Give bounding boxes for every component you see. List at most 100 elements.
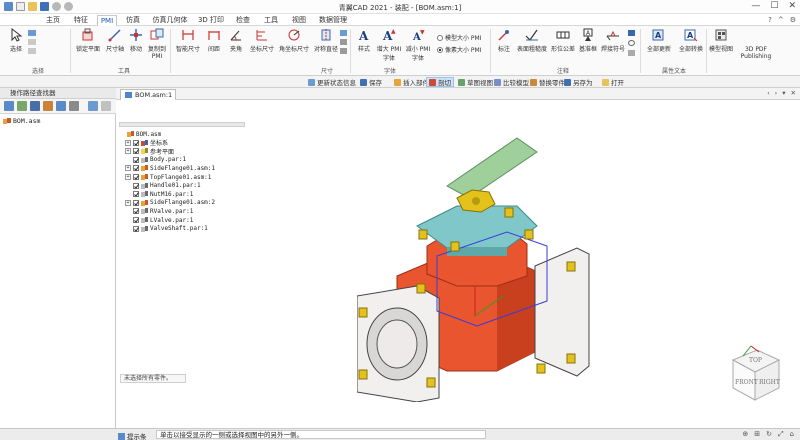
dim-break-icon[interactable] bbox=[340, 48, 347, 54]
prev-doc-icon[interactable]: ‹ bbox=[767, 89, 770, 97]
view-cube-right[interactable]: RIGHT bbox=[759, 379, 780, 386]
maximize-icon[interactable]: ☐ bbox=[770, 1, 778, 11]
path-finder-root-item[interactable]: BOM.asm bbox=[3, 117, 40, 125]
copy-to-pmi-button[interactable]: 复制到 PMI bbox=[146, 28, 168, 60]
tab-simulation[interactable]: 仿真 bbox=[122, 15, 144, 26]
select-lasso-icon[interactable] bbox=[28, 48, 36, 54]
close-icon[interactable]: ✕ bbox=[788, 1, 796, 11]
variables-tool-icon[interactable] bbox=[69, 101, 79, 111]
update-status-button[interactable]: 更新状态信息 bbox=[306, 77, 358, 87]
minimize-icon[interactable]: — bbox=[751, 1, 760, 11]
tree-item[interactable]: Body.par:1 bbox=[125, 156, 186, 164]
side-flange-right[interactable] bbox=[534, 247, 590, 377]
select-filter-icon[interactable] bbox=[28, 30, 36, 36]
tree-item-checkbox[interactable] bbox=[133, 139, 139, 146]
weld-symbol-button[interactable]: 焊接符号 bbox=[600, 28, 626, 53]
collapse-ribbon-icon[interactable]: ^ bbox=[778, 16, 784, 24]
tree-item[interactable]: Handle01.par:1 bbox=[125, 182, 201, 190]
tab-view[interactable]: 视图 bbox=[288, 15, 310, 26]
tree-item-checkbox[interactable] bbox=[133, 217, 139, 223]
lock-plane-button[interactable]: 锁定平面 bbox=[74, 28, 102, 53]
annotation-search-icon[interactable] bbox=[628, 40, 635, 46]
sketch-view-button[interactable]: 草图视图 bbox=[456, 77, 495, 87]
view-cube-front[interactable]: FRONT bbox=[735, 379, 758, 386]
decrease-pmi-font-button[interactable]: A ▼ 减小 PMI 字体 bbox=[404, 28, 432, 62]
angular-coordinate-button[interactable]: 角坐标尺寸 bbox=[278, 28, 310, 53]
tab-data-management[interactable]: 数据管理 bbox=[316, 15, 350, 26]
tab-inspect[interactable]: 检查 bbox=[232, 15, 254, 26]
fit-view-icon[interactable]: ⊞ bbox=[754, 430, 760, 439]
angle-button[interactable]: 夹角 bbox=[226, 28, 246, 53]
pin-tool-icon[interactable] bbox=[101, 101, 111, 111]
section-cut-button[interactable]: 剖切 bbox=[426, 77, 454, 87]
annotation-arrow-icon[interactable] bbox=[628, 30, 635, 36]
assembly-tool-icon[interactable] bbox=[17, 101, 27, 111]
path-finder-tool-icon[interactable] bbox=[4, 101, 14, 111]
close-doc-icon[interactable]: ✕ bbox=[791, 89, 796, 97]
options-tool-icon[interactable] bbox=[88, 101, 98, 111]
layer-tool-icon[interactable] bbox=[30, 101, 40, 111]
tree-item[interactable]: NutM16.par:1 bbox=[125, 190, 193, 198]
tree-item-checkbox[interactable] bbox=[133, 199, 139, 206]
document-tab-bom[interactable]: BOM.asm:1 bbox=[120, 89, 176, 100]
tree-item-checkbox[interactable] bbox=[133, 174, 139, 180]
next-doc-icon[interactable]: › bbox=[775, 89, 778, 97]
settings-icon[interactable]: ⚙ bbox=[790, 16, 796, 24]
tab-tools[interactable]: 工具 bbox=[260, 15, 282, 26]
doc-list-icon[interactable]: ▾ bbox=[782, 89, 785, 97]
tab-pmi[interactable]: PMI bbox=[97, 15, 117, 26]
tree-item[interactable]: + SideFlange01.asm:2 bbox=[125, 199, 215, 207]
tree-expander[interactable]: + bbox=[125, 174, 131, 180]
compare-model-button[interactable]: 比较模型 bbox=[492, 77, 531, 87]
radio-model-size[interactable] bbox=[437, 34, 443, 41]
help-icon[interactable]: ? bbox=[768, 16, 772, 24]
smart-dimension-button[interactable]: 智能尺寸 bbox=[174, 28, 202, 53]
dim-style-icon[interactable] bbox=[340, 30, 347, 36]
tab-home[interactable]: 主页 bbox=[42, 15, 64, 26]
graphics-viewport[interactable]: BOM.asm + 坐标系 + 参考平面 Body.par:1 + SideFlange01.… bbox=[117, 100, 800, 428]
tree-item-checkbox[interactable] bbox=[133, 165, 139, 172]
zoom-area-icon[interactable]: ⊕ bbox=[742, 430, 748, 439]
tree-item[interactable]: RValve.par:1 bbox=[125, 207, 193, 215]
dim-align-icon[interactable] bbox=[340, 39, 347, 45]
tree-item[interactable]: + SideFlange01.asm:1 bbox=[125, 164, 215, 172]
tree-expander[interactable]: + bbox=[125, 148, 131, 155]
sensor-tool-icon[interactable] bbox=[43, 101, 53, 111]
select-button[interactable]: 选择 bbox=[5, 28, 27, 53]
surface-finish-button[interactable]: 表面粗糙度 bbox=[516, 28, 548, 53]
tab-features[interactable]: 特征 bbox=[70, 15, 92, 26]
valve-handle[interactable] bbox=[446, 137, 538, 199]
tree-item-checkbox[interactable] bbox=[133, 148, 139, 155]
tree-item-checkbox[interactable] bbox=[133, 182, 139, 189]
datum-frame-button[interactable]: A 基准框 bbox=[578, 28, 598, 53]
3d-pdf-publishing-button[interactable]: 3D PDF Publishing bbox=[734, 46, 778, 60]
convert-all-button[interactable]: A 全部转换 bbox=[676, 28, 706, 53]
save-command-button[interactable]: 保存 bbox=[358, 77, 384, 87]
tree-item-checkbox[interactable] bbox=[133, 156, 139, 163]
symmetric-diameter-button[interactable]: 对称直径 bbox=[312, 28, 340, 53]
radio-pixel-size[interactable] bbox=[437, 46, 443, 53]
increase-pmi-font-button[interactable]: A ▲ 增大 PMI 字体 bbox=[376, 28, 402, 62]
tree-item[interactable]: + 坐标系 bbox=[125, 139, 168, 147]
coordinate-dimension-button[interactable]: 坐标尺寸 bbox=[248, 28, 276, 53]
rotate-view-icon[interactable]: ↻ bbox=[766, 430, 772, 439]
feature-control-frame-button[interactable]: 形位公差 bbox=[550, 28, 576, 53]
annotation-more-icon[interactable] bbox=[628, 50, 635, 56]
tree-scroll-strip[interactable] bbox=[119, 122, 245, 127]
open-command-button[interactable]: 打开 bbox=[600, 77, 626, 87]
tree-item[interactable]: LValve.par:1 bbox=[125, 216, 193, 224]
model-view-button[interactable]: 模型视图 bbox=[708, 28, 734, 53]
prompt-bar-label[interactable]: 提示条 bbox=[118, 431, 147, 440]
tab-3d-print[interactable]: 3D 打印 bbox=[196, 15, 226, 26]
tree-item[interactable]: + 参考平面 bbox=[125, 147, 174, 156]
style-button[interactable]: A 样式 bbox=[354, 28, 374, 53]
tree-expander[interactable]: + bbox=[125, 199, 131, 206]
tree-item[interactable]: BOM.asm bbox=[119, 130, 161, 138]
move-button[interactable]: 移动 bbox=[128, 28, 144, 53]
tree-item-checkbox[interactable] bbox=[133, 191, 139, 198]
dimension-axis-button[interactable]: 尺寸轴 bbox=[104, 28, 126, 53]
save-as-button[interactable]: 另存为 bbox=[562, 77, 595, 87]
tree-expander[interactable]: + bbox=[125, 165, 131, 172]
model-size-pmi-option[interactable]: 模型大小 PMI bbox=[437, 33, 481, 42]
tree-item-checkbox[interactable] bbox=[133, 208, 139, 215]
